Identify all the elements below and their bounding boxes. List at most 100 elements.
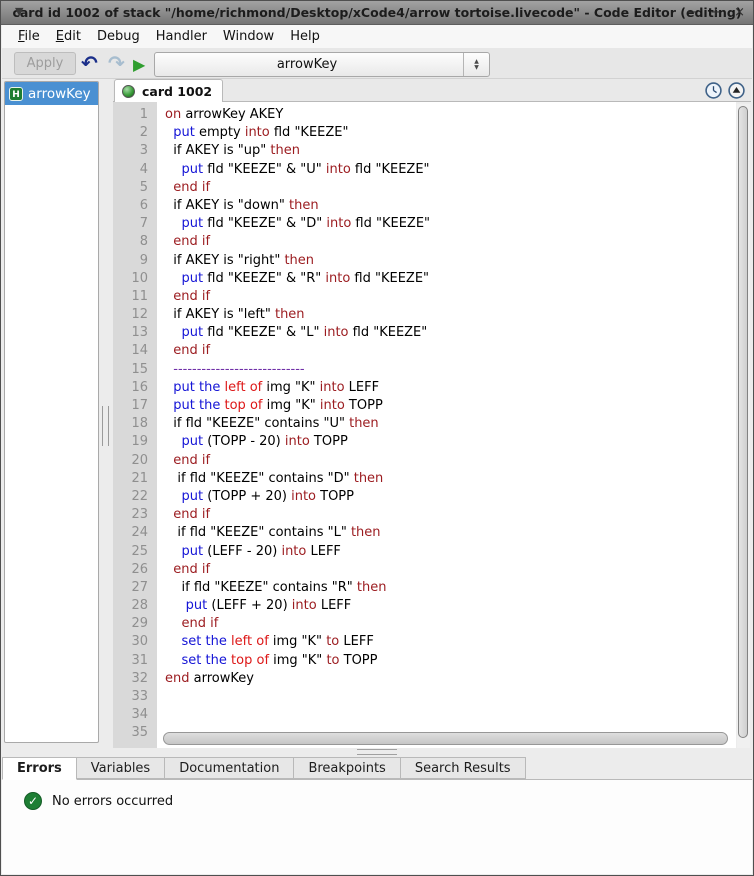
line-number: 4 [113, 161, 157, 179]
clock-icon[interactable] [705, 82, 722, 99]
code-line: put (LEFF + 20) into LEFF [165, 597, 736, 615]
code-line: end if [165, 452, 736, 470]
window-title: card id 1002 of stack "/home/richmond/De… [1, 5, 753, 20]
line-number: 16 [113, 379, 157, 397]
code-editor-window: ▼ card id 1002 of stack "/home/richmond/… [0, 0, 754, 876]
menu-bar: FileEditDebugHandlerWindowHelp [2, 25, 752, 48]
code-line: end if [165, 342, 736, 360]
line-number: 2 [113, 124, 157, 142]
line-number: 13 [113, 324, 157, 342]
menu-item-edit[interactable]: Edit [49, 27, 88, 46]
green-dot-icon [122, 85, 135, 98]
line-number: 31 [113, 652, 157, 670]
close-button[interactable]: × [734, 1, 745, 25]
redo-icon[interactable]: ↷ [108, 49, 125, 77]
run-icon[interactable]: ▶ [133, 51, 145, 79]
menu-item-handler[interactable]: Handler [149, 27, 214, 46]
line-number: 25 [113, 543, 157, 561]
spinner-down-icon[interactable]: ▼ [474, 65, 479, 71]
menu-item-file[interactable]: File [11, 27, 47, 46]
code-line: end if [165, 288, 736, 306]
panel-splitter[interactable] [357, 749, 397, 755]
apply-button[interactable]: Apply [14, 52, 76, 75]
line-number: 20 [113, 452, 157, 470]
undo-icon[interactable]: ↶ [81, 49, 98, 77]
code-editor[interactable]: 1234567891011121314151617181920212223242… [113, 102, 736, 748]
collapse-panel-icon[interactable] [728, 82, 745, 99]
code-line: end if [165, 561, 736, 579]
sidebar-splitter[interactable] [102, 406, 109, 446]
tab-documentation[interactable]: Documentation [165, 757, 294, 779]
line-number: 1 [113, 106, 157, 124]
handler-icon: H [9, 87, 23, 101]
code-text[interactable]: on arrowKey AKEY put empty into fld "KEE… [157, 102, 736, 748]
line-number: 19 [113, 433, 157, 451]
code-line: put fld "KEEZE" & "R" into fld "KEEZE" [165, 270, 736, 288]
code-line: put empty into fld "KEEZE" [165, 124, 736, 142]
line-number: 6 [113, 197, 157, 215]
menu-item-help[interactable]: Help [283, 27, 327, 46]
code-line: ---------------------------- [165, 361, 736, 379]
line-number: 33 [113, 688, 157, 706]
code-line: end if [165, 506, 736, 524]
line-number: 23 [113, 506, 157, 524]
vertical-scrollbar[interactable] [737, 104, 750, 748]
code-line: end if [165, 615, 736, 633]
code-line: if fld "KEEZE" contains "R" then [165, 579, 736, 597]
line-number: 7 [113, 215, 157, 233]
menu-item-window[interactable]: Window [216, 27, 281, 46]
line-number-gutter[interactable]: 1234567891011121314151617181920212223242… [113, 102, 157, 748]
handler-list[interactable]: HarrowKey [4, 81, 99, 743]
bottom-tab-bar: ErrorsVariablesDocumentationBreakpointsS… [2, 757, 752, 780]
tab-search-results[interactable]: Search Results [401, 757, 526, 779]
line-number: 30 [113, 633, 157, 651]
code-line: set the top of img "K" to TOPP [165, 652, 736, 670]
line-number: 34 [113, 706, 157, 724]
code-line: put fld "KEEZE" & "L" into fld "KEEZE" [165, 324, 736, 342]
line-number: 10 [113, 270, 157, 288]
handler-list-item-arrowkey[interactable]: HarrowKey [5, 82, 98, 105]
line-number: 14 [113, 342, 157, 360]
code-line: if AKEY is "down" then [165, 197, 736, 215]
line-number: 15 [113, 361, 157, 379]
line-number: 27 [113, 579, 157, 597]
code-line: if fld "KEEZE" contains "U" then [165, 415, 736, 433]
window-menu-icon[interactable]: ▼ [15, 5, 23, 18]
line-number: 9 [113, 252, 157, 270]
code-line: end if [165, 179, 736, 197]
horizontal-scrollbar-thumb[interactable] [163, 732, 728, 745]
line-number: 26 [113, 561, 157, 579]
vertical-scrollbar-thumb[interactable] [738, 106, 748, 738]
code-line [165, 688, 736, 706]
tab-card-1002[interactable]: card 1002 [114, 79, 223, 102]
handler-combobox[interactable]: arrowKey ▲ ▼ [154, 52, 490, 77]
status-message: No errors occurred [52, 794, 173, 809]
code-line: set the left of img "K" to LEFF [165, 633, 736, 651]
menu-item-debug[interactable]: Debug [90, 27, 147, 46]
code-line: put (TOPP + 20) into TOPP [165, 488, 736, 506]
tab-variables[interactable]: Variables [77, 757, 165, 779]
line-number: 17 [113, 397, 157, 415]
code-line: if fld "KEEZE" contains "L" then [165, 524, 736, 542]
code-line [165, 706, 736, 724]
tab-errors[interactable]: Errors [2, 757, 77, 780]
code-line: put (LEFF - 20) into LEFF [165, 543, 736, 561]
check-circle-icon: ✓ [24, 792, 42, 810]
code-line: end if [165, 233, 736, 251]
combobox-spinner[interactable]: ▲ ▼ [463, 53, 489, 76]
handler-name: arrowKey [28, 86, 91, 102]
line-number: 35 [113, 724, 157, 742]
minimize-button[interactable]: − [686, 1, 697, 25]
script-tab-bar: card 1002 [113, 79, 751, 102]
line-number: 28 [113, 597, 157, 615]
tab-label: card 1002 [142, 84, 212, 99]
errors-panel: ✓ No errors occurred [2, 780, 752, 874]
code-line: put the top of img "K" into TOPP [165, 397, 736, 415]
maximize-button[interactable]: + [710, 1, 721, 25]
code-line: put fld "KEEZE" & "D" into fld "KEEZE" [165, 215, 736, 233]
code-line: if AKEY is "right" then [165, 252, 736, 270]
line-number: 11 [113, 288, 157, 306]
tab-breakpoints[interactable]: Breakpoints [294, 757, 400, 779]
line-number: 5 [113, 179, 157, 197]
line-number: 21 [113, 470, 157, 488]
